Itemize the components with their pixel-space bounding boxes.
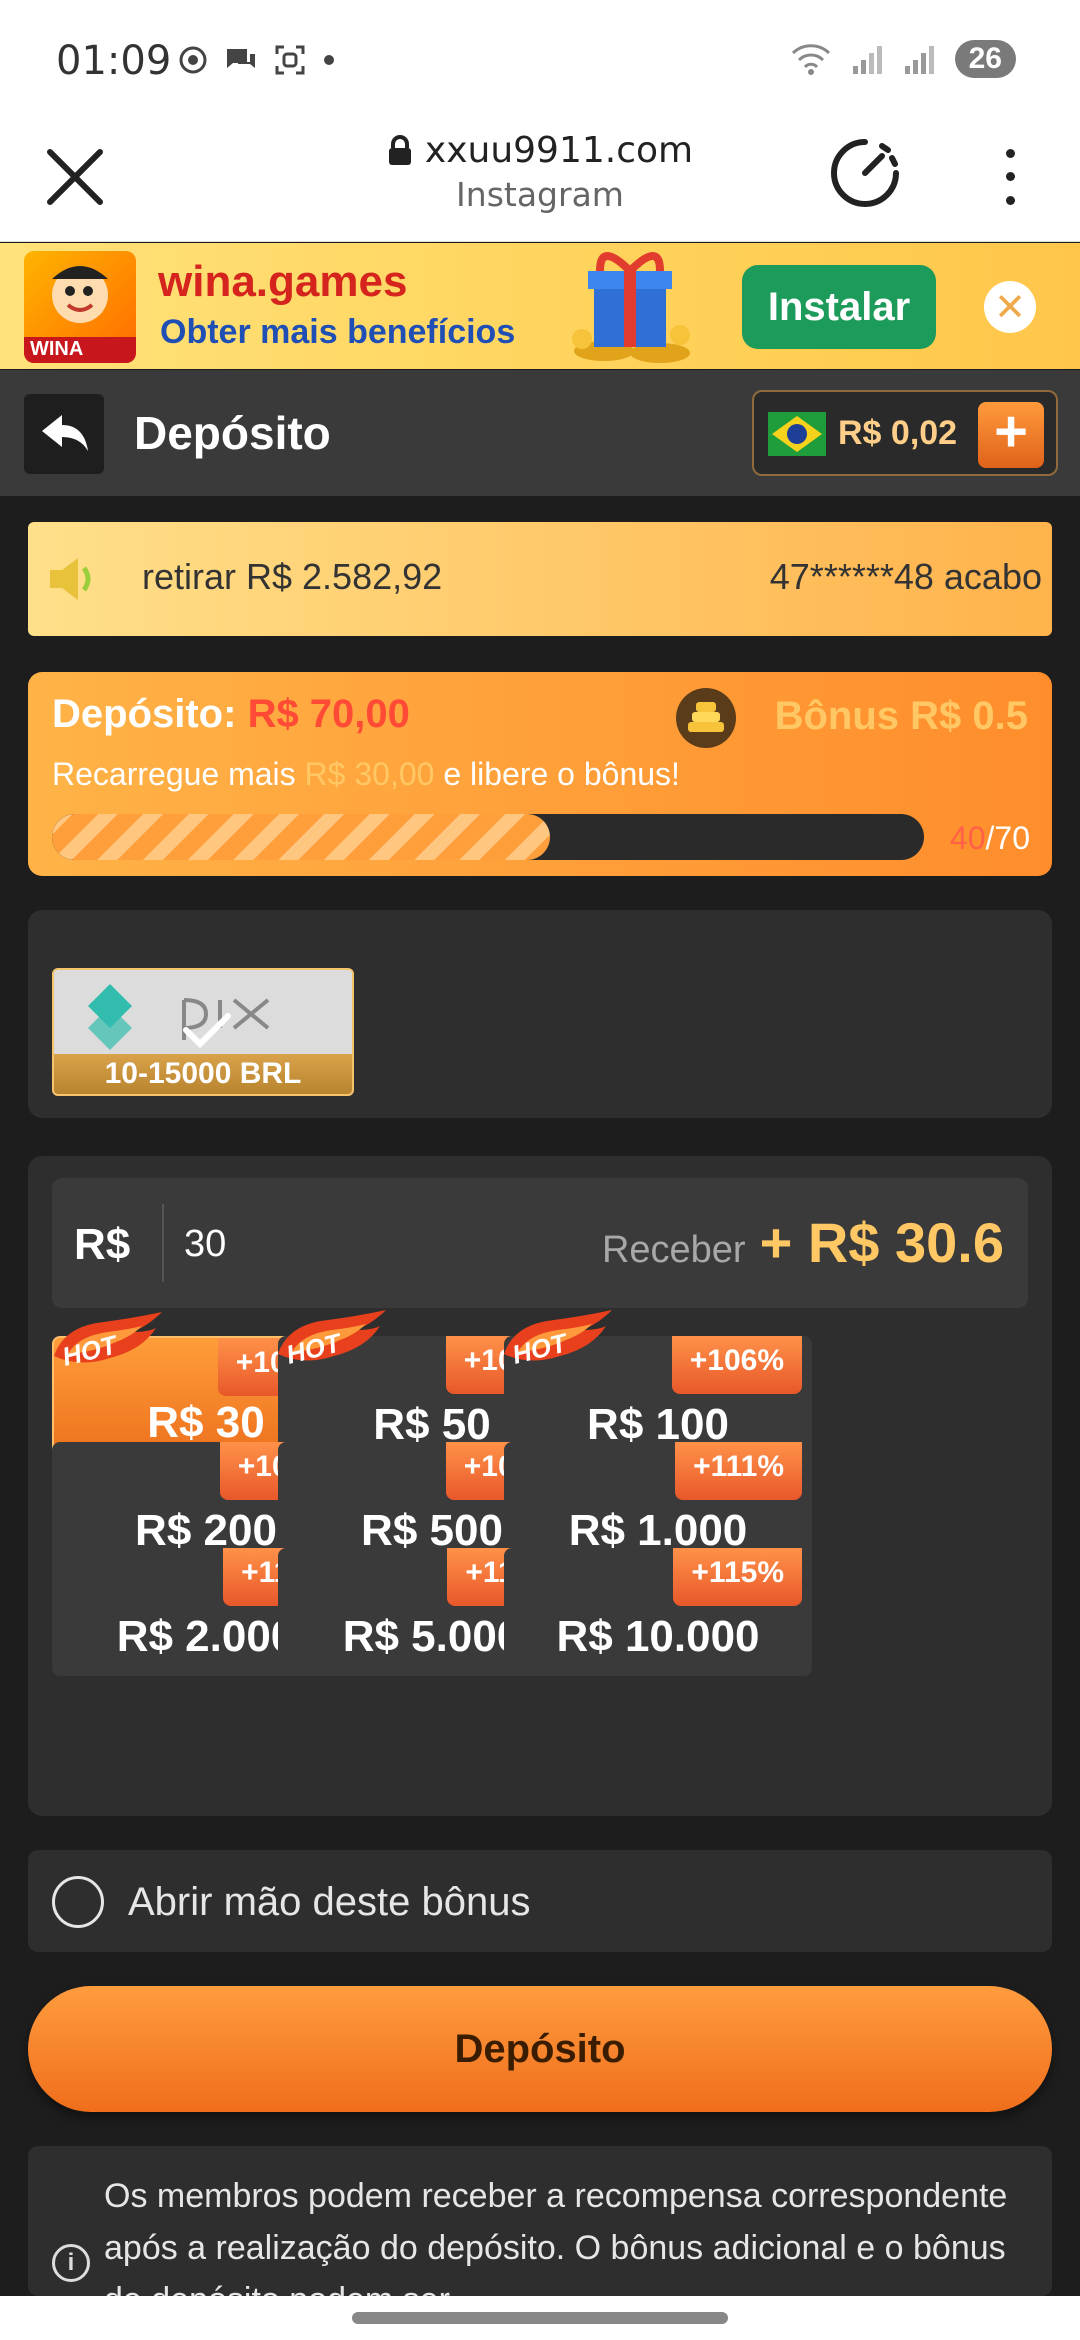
signal-icon xyxy=(852,46,882,74)
speedometer-icon[interactable] xyxy=(826,134,904,212)
forfeit-label: Abrir mão deste bônus xyxy=(128,1880,531,1924)
speaker-icon xyxy=(50,558,91,600)
chip-bonus-badge: +106% xyxy=(671,1336,802,1394)
hot-flame-icon: HOT xyxy=(278,1310,386,1370)
bonus-value: Bônus R$ 0.5 xyxy=(774,694,1028,738)
bonus-progress-fill xyxy=(52,814,551,860)
marquee-user: 47******48 acabo xyxy=(769,556,1042,597)
signal-icon-2 xyxy=(904,46,934,74)
wifi-icon xyxy=(791,44,830,75)
more-options-icon[interactable] xyxy=(990,142,1030,212)
app-header: Depósito R$ 0,02 + xyxy=(0,370,1080,496)
currency-label: R$ xyxy=(74,1220,131,1269)
recharge-amount: R$ 30,00 xyxy=(304,756,435,792)
progress-current: 40 xyxy=(949,820,986,856)
install-banner: WINA wina.games Obter mais benefícios In… xyxy=(0,243,1080,369)
app-logo-text: WINA xyxy=(30,338,84,360)
install-button[interactable]: Instalar xyxy=(742,265,936,349)
battery-indicator: 26 xyxy=(954,40,1016,78)
page-title: Depósito xyxy=(134,407,331,459)
chrome-icon xyxy=(179,46,207,74)
recharge-prefix: Recarregue mais xyxy=(52,756,296,792)
forfeit-radio[interactable] xyxy=(52,1876,104,1928)
coins-icon xyxy=(676,688,736,748)
payment-method-pix[interactable]: 10-15000 BRL xyxy=(52,968,354,1096)
lock-icon xyxy=(388,134,411,165)
receive-label: Receber xyxy=(601,1229,746,1271)
receive-summary: Receber + R$ 30.6 xyxy=(602,1210,1004,1275)
amount-card: R$ Receber + R$ 30.6 +102%R$ 30HOT+104%R… xyxy=(28,1156,1052,1816)
balance-amount: R$ 0,02 xyxy=(838,414,958,452)
deposit-button[interactable]: Depósito xyxy=(28,1986,1052,2112)
chat-icon xyxy=(227,49,255,68)
banner-subtitle: Obter mais benefícios xyxy=(160,313,516,351)
balance-box: R$ 0,02 + xyxy=(752,390,1058,476)
bonus-progress-bar xyxy=(52,814,924,860)
url-block[interactable]: xxuu9911.com Instagram xyxy=(0,130,1080,214)
recharge-hint: Recarregue mais R$ 30,00 e libere o bônu… xyxy=(52,756,680,793)
banner-close-icon[interactable]: ✕ xyxy=(984,281,1036,333)
dot-icon xyxy=(324,55,334,65)
hot-flame-icon: HOT xyxy=(504,1310,612,1370)
scan-icon xyxy=(275,45,305,75)
home-handle[interactable] xyxy=(352,2312,728,2324)
chip-bonus-badge: +111% xyxy=(675,1442,802,1500)
withdraw-marquee: retirar R$ 2.582,92 47******48 acabo xyxy=(28,522,1052,636)
pix-range: 10-15000 BRL xyxy=(54,1054,352,1094)
app-logo: WINA xyxy=(24,251,136,363)
marquee-text: retirar R$ 2.582,92 xyxy=(142,556,443,597)
system-nav-bar xyxy=(0,2296,1080,2340)
deposit-bonus-card: Depósito: R$ 70,00 Bônus R$ 0.5 Recarreg… xyxy=(28,672,1052,876)
banner-title: wina.games xyxy=(158,257,408,306)
amount-input-box: R$ Receber + R$ 30.6 xyxy=(52,1178,1028,1308)
brazil-flag-icon xyxy=(768,412,826,456)
hot-flame-icon: HOT xyxy=(54,1312,162,1372)
system-icons: 26 xyxy=(789,40,1016,78)
chip-bonus-badge: +115% xyxy=(673,1548,802,1606)
progress-total: /70 xyxy=(985,820,1030,856)
payment-methods-card: 10-15000 BRL xyxy=(28,910,1052,1118)
amount-chip[interactable]: +115% R$ 10.000 xyxy=(504,1548,812,1676)
input-divider xyxy=(162,1204,164,1282)
bonus-deposit-amount: R$ 70,00 xyxy=(247,692,410,736)
info-text: Os membros podem receber a recompensa co… xyxy=(104,2177,1008,2296)
add-balance-button[interactable]: + xyxy=(978,402,1044,468)
url-source: Instagram xyxy=(456,175,624,214)
info-note: i Os membros podem receber a recompensa … xyxy=(28,2146,1052,2296)
check-icon xyxy=(183,1013,231,1049)
info-icon: i xyxy=(52,2244,90,2282)
notification-icons xyxy=(178,44,336,76)
url-text: xxuu9911.com xyxy=(424,130,694,171)
back-button[interactable] xyxy=(24,394,104,474)
progress-count: 40/70 xyxy=(950,820,1030,857)
chip-label: R$ 10.000 xyxy=(556,1612,760,1661)
gift-icon xyxy=(572,252,690,363)
amount-input[interactable] xyxy=(184,1218,404,1270)
receive-value: + R$ 30.6 xyxy=(759,1211,1004,1274)
bonus-deposit-text: Depósito: xyxy=(52,692,237,736)
recharge-suffix: e libere o bônus! xyxy=(443,756,680,792)
status-time: 01:09 xyxy=(56,38,172,84)
bonus-deposit-label: Depósito: R$ 70,00 xyxy=(52,692,410,737)
back-arrow-icon xyxy=(42,415,88,451)
status-bar: 01:09 26 xyxy=(0,0,1080,120)
forfeit-bonus-option[interactable]: Abrir mão deste bônus xyxy=(28,1850,1052,1952)
browser-bar: xxuu9911.com Instagram xyxy=(0,120,1080,242)
